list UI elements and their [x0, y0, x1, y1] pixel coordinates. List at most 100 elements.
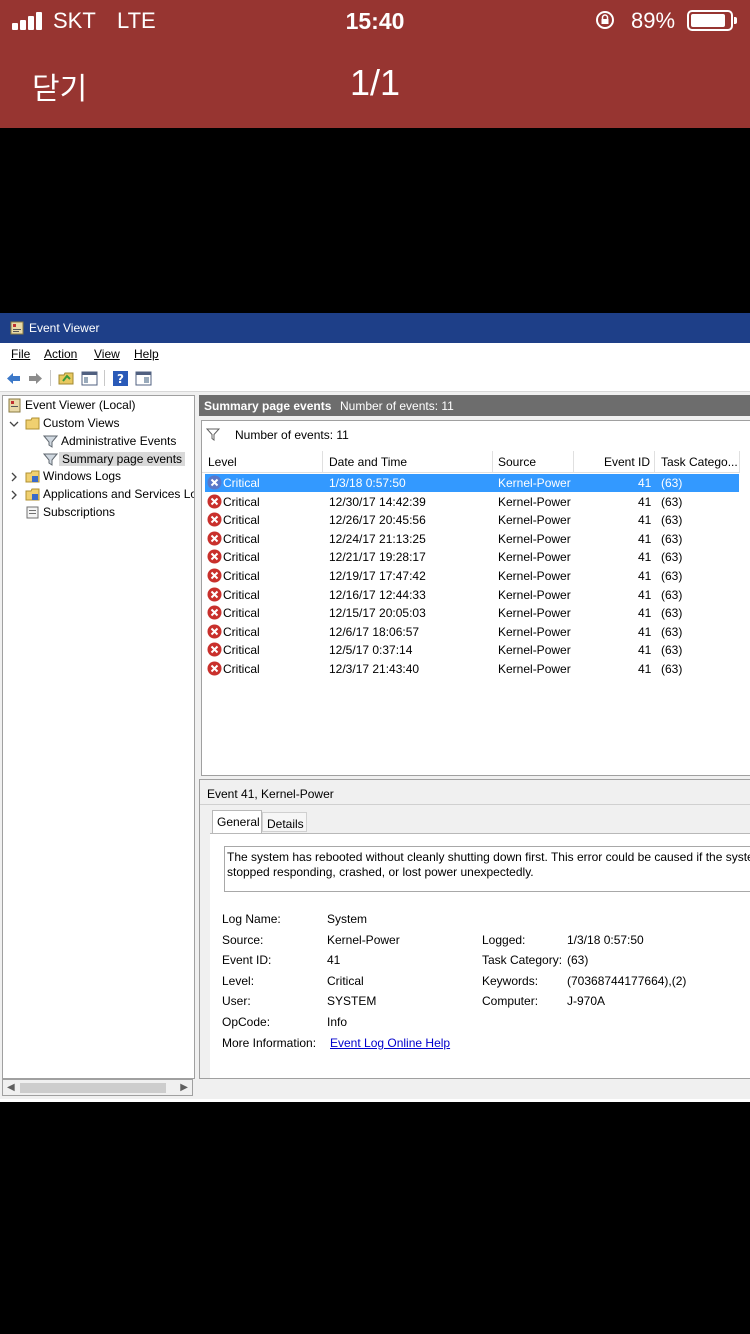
scroll-thumb[interactable]	[20, 1083, 166, 1093]
battery-icon	[687, 10, 737, 31]
cell-event-id: 41	[638, 662, 652, 676]
help-icon[interactable]: ?	[112, 370, 129, 387]
cell-level: Critical	[223, 587, 260, 602]
cell-task-category: (63)	[661, 550, 683, 565]
table-row[interactable]: Critical 12/15/17 20:05:03 Kernel-Power 41 (…	[205, 604, 739, 622]
critical-error-icon	[207, 531, 222, 546]
value-opcode: Info	[327, 1015, 348, 1029]
table-row[interactable]: Critical 12/24/17 21:13:25 Kernel-Power 41 (…	[205, 530, 739, 548]
cell-date-time: 12/19/17 17:47:42	[329, 569, 426, 583]
table-row[interactable]: Critical 12/26/17 20:45:56 Kernel-Power 41 (…	[205, 511, 739, 529]
window-titlebar: Event Viewer	[0, 313, 750, 343]
cell-source: Kernel-Power	[498, 550, 571, 565]
value-log-name: System	[327, 912, 368, 926]
menu-help[interactable]: Help	[134, 347, 159, 361]
event-log-online-help-link[interactable]: Event Log Online Help	[330, 1036, 450, 1050]
event-description[interactable]: The system has rebooted without cleanly …	[224, 846, 750, 892]
value-keywords: (70368744177664),(2)	[567, 974, 687, 988]
cell-source: Kernel-Power	[498, 531, 571, 546]
column-header-level[interactable]: Level	[202, 451, 323, 473]
cell-level: Critical	[223, 550, 260, 565]
cell-task-category: (63)	[661, 513, 683, 528]
events-grid: Number of events: 11 Level Date and Time…	[201, 420, 750, 776]
value-level: Critical	[327, 974, 364, 988]
cell-task-category: (63)	[661, 476, 683, 490]
panel-event-count: Number of events: 11	[340, 399, 454, 413]
column-header-event-id[interactable]: Event ID	[574, 451, 655, 473]
subscriptions-icon	[26, 506, 39, 519]
scroll-right-icon[interactable]: ▶	[180, 1082, 188, 1093]
cell-date-time: 12/16/17 12:44:33	[329, 587, 426, 602]
menu-action[interactable]: Action	[44, 347, 77, 361]
cell-date-time: 12/6/17 18:06:57	[329, 624, 420, 639]
cell-task-category: (63)	[661, 643, 683, 658]
back-arrow-icon[interactable]	[5, 370, 22, 387]
properties-icon[interactable]	[81, 370, 98, 387]
cell-event-id: 41	[638, 606, 652, 621]
battery-percent: 89%	[631, 8, 676, 33]
open-folder-icon[interactable]	[58, 370, 75, 387]
cell-event-id: 41	[638, 643, 652, 658]
tree-item-root[interactable]: Event Viewer (Local)	[7, 397, 192, 415]
cell-date-time: 12/15/17 20:05:03	[329, 606, 426, 621]
chevron-down-icon[interactable]	[9, 419, 19, 429]
cell-level: Critical	[223, 643, 260, 658]
cell-task-category: (63)	[661, 531, 683, 546]
cell-level: Critical	[223, 624, 260, 639]
tree-item-applications-and-services[interactable]: Applications and Services Lo	[25, 486, 194, 504]
table-row[interactable]: Critical 12/3/17 21:43:40 Kernel-Power 41 (6…	[205, 660, 739, 678]
chevron-right-icon[interactable]	[9, 490, 19, 500]
svg-text:?: ?	[117, 372, 124, 386]
table-row[interactable]: Critical 1/3/18 0:57:50 Kernel-Power 41 (63)	[205, 474, 739, 492]
menu-view[interactable]: View	[94, 347, 120, 361]
tree-item-windows-logs[interactable]: Windows Logs	[25, 468, 192, 486]
cell-event-id: 41	[638, 550, 652, 565]
cell-date-time: 12/5/17 0:37:14	[329, 643, 413, 658]
table-row[interactable]: Critical 12/6/17 18:06:57 Kernel-Power 41 (6…	[205, 623, 739, 641]
event-viewer-app-icon	[10, 321, 24, 335]
tab-details[interactable]: Details	[262, 812, 307, 832]
value-event-id: 41	[327, 953, 341, 967]
cell-event-id: 41	[638, 494, 652, 509]
table-row[interactable]: Critical 12/5/17 0:37:14 Kernel-Power 41 (63…	[205, 641, 739, 659]
show-pane-icon[interactable]	[135, 370, 152, 387]
column-header-source[interactable]: Source	[493, 451, 574, 473]
tab-general[interactable]: General	[212, 810, 262, 834]
table-row[interactable]: Critical 12/21/17 19:28:17 Kernel-Power 41 (…	[205, 548, 739, 566]
scroll-left-icon[interactable]: ◀	[7, 1082, 15, 1093]
tree-item-administrative-events[interactable]: Administrative Events	[43, 433, 192, 451]
label-more-information: More Information:	[222, 1036, 317, 1050]
forward-arrow-icon[interactable]	[27, 370, 44, 387]
critical-error-icon	[207, 494, 222, 509]
tree-item-subscriptions[interactable]: Subscriptions	[25, 504, 192, 522]
table-row[interactable]: Critical 12/16/17 12:44:33 Kernel-Power 41 (…	[205, 586, 739, 604]
cell-source: Kernel-Power	[498, 606, 571, 621]
tree-item-custom-views[interactable]: Custom Views	[25, 415, 192, 433]
critical-error-icon	[207, 512, 222, 527]
event-detail-pane: Event 41, Kernel-Power General Details T…	[199, 779, 750, 1079]
cell-task-category: (63)	[661, 569, 683, 583]
menu-bar: File Action View Help	[0, 343, 750, 365]
chevron-right-icon[interactable]	[9, 472, 19, 482]
page-counter: 1/1	[349, 62, 401, 103]
cell-level: Critical	[223, 569, 260, 583]
log-folder-icon	[25, 488, 40, 501]
column-header-date-time[interactable]: Date and Time	[323, 451, 493, 473]
filter-icon	[43, 435, 58, 448]
status-bar: SKT LTE 15:40 89%	[0, 0, 750, 40]
label-logged: Logged:	[482, 933, 526, 947]
tree-horizontal-scrollbar[interactable]: ◀ ▶	[2, 1079, 193, 1096]
cell-source: Kernel-Power	[498, 662, 571, 676]
viewer-nav-bar: 닫기 1/1	[0, 48, 750, 120]
value-computer: J-970A	[567, 994, 606, 1008]
label-level: Level:	[222, 974, 255, 988]
toolbar: ?	[0, 365, 750, 392]
column-header-task-category[interactable]: Task Catego...	[655, 451, 740, 473]
table-row[interactable]: Critical 12/19/17 17:47:42 Kernel-Power 41 (…	[205, 567, 739, 585]
menu-file[interactable]: File	[11, 347, 30, 361]
table-row[interactable]: Critical 12/30/17 14:42:39 Kernel-Power 41 (…	[205, 493, 739, 511]
tree-item-summary-page-events[interactable]: Summary page events	[43, 451, 192, 469]
cell-task-category: (63)	[661, 606, 683, 621]
detail-title: Event 41, Kernel-Power	[207, 787, 334, 801]
folder-icon	[25, 417, 40, 430]
